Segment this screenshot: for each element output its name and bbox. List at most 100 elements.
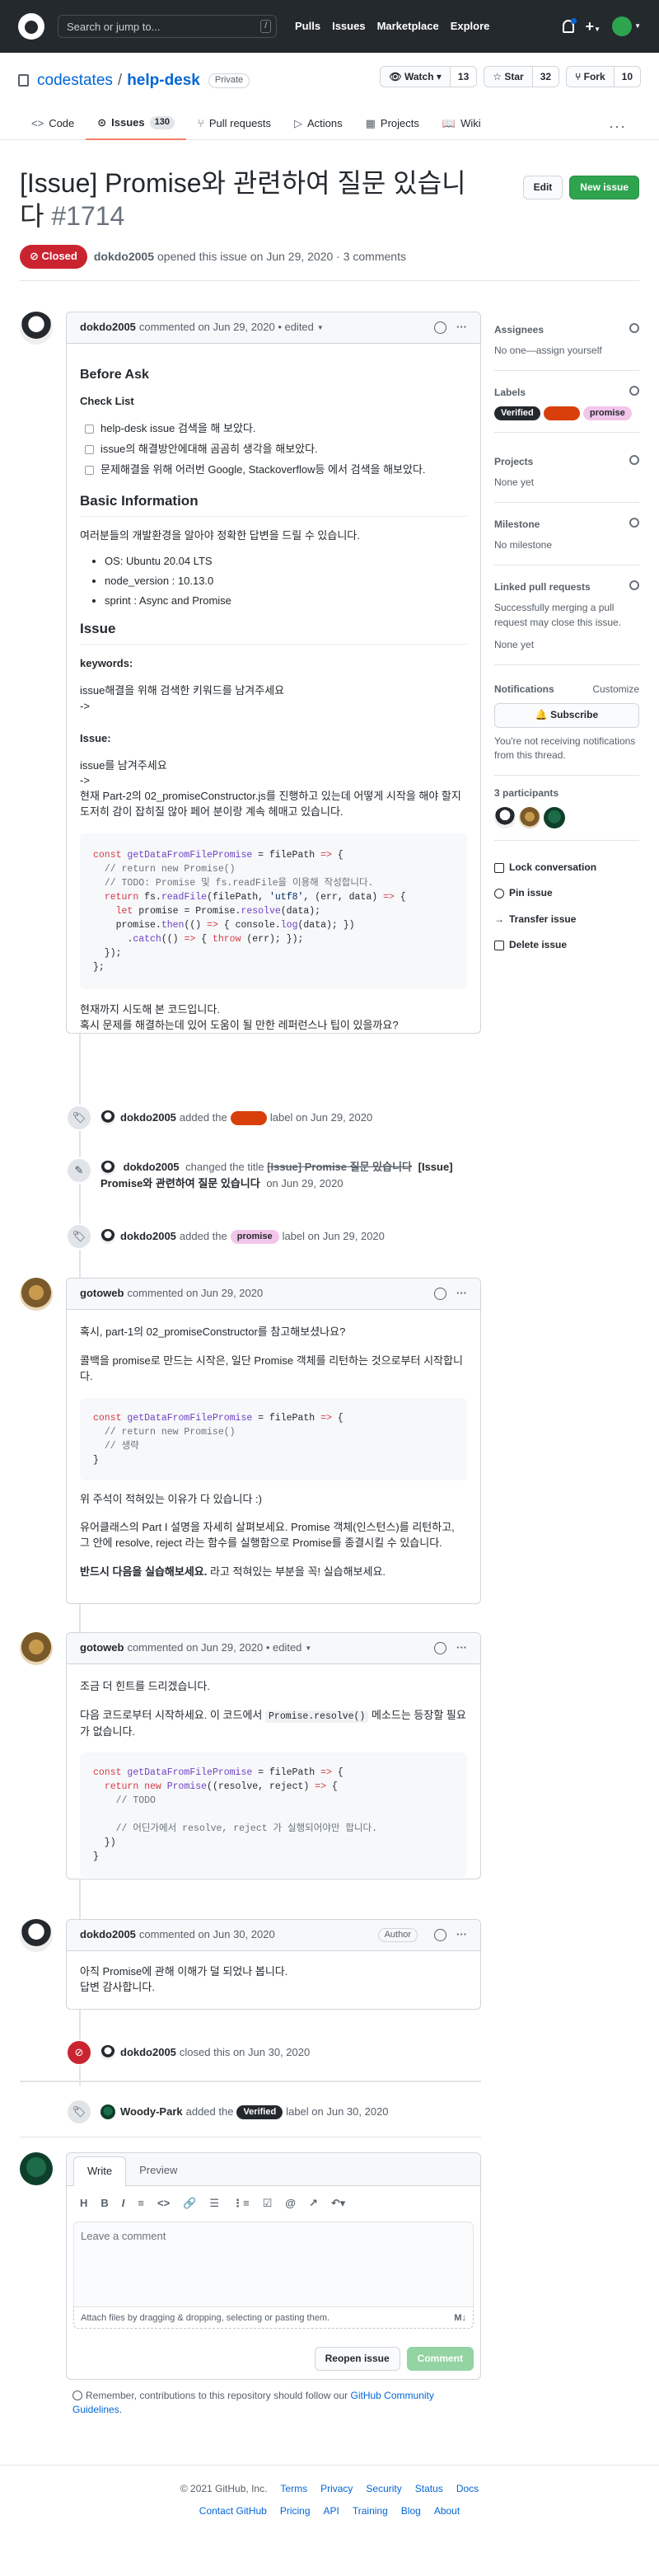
kebab-menu-icon[interactable]: ··· (456, 1286, 467, 1302)
comment-meta[interactable]: commented on Jun 29, 2020 (127, 1286, 263, 1302)
comment-textarea[interactable]: Leave a comment (73, 2221, 474, 2307)
label-verified[interactable]: Verified (494, 406, 540, 421)
label-promise[interactable]: promise (582, 406, 632, 421)
footer-link-pricing[interactable]: Pricing (280, 2504, 311, 2518)
github-logo-icon[interactable] (18, 13, 44, 40)
notifications-bell-icon[interactable] (562, 18, 577, 33)
event-actor-link[interactable]: dokdo2005 (120, 2045, 176, 2061)
watch-button[interactable]: 👁 Watch ▾ 13 (380, 66, 478, 87)
avatar[interactable] (100, 2104, 115, 2119)
sidebar-heading[interactable]: Milestone (494, 518, 540, 532)
ordered-list-icon[interactable]: ⋮≡ (232, 2196, 250, 2212)
tab-actions[interactable]: ▷ Actions (283, 107, 354, 140)
emoji-reaction-icon[interactable] (434, 1288, 446, 1300)
link-icon[interactable]: 🔗 (183, 2196, 196, 2212)
fork-button[interactable]: ⑂ Fork 10 (566, 66, 641, 87)
unordered-list-icon[interactable]: ☰ (209, 2196, 219, 2212)
tab-pull-requests[interactable]: ⑂ Pull requests (186, 107, 283, 140)
kebab-menu-icon[interactable]: ··· (456, 1640, 467, 1656)
cross-reference-icon[interactable]: ↗ (309, 2196, 318, 2212)
emoji-reaction-icon[interactable] (434, 1642, 446, 1654)
label-issue[interactable]: Issue (543, 406, 580, 421)
kebab-menu-icon[interactable]: ··· (456, 320, 467, 335)
user-menu[interactable]: ▼ (612, 16, 641, 36)
heading-icon[interactable]: H (80, 2196, 87, 2212)
avatar[interactable] (20, 2152, 53, 2185)
create-new-plus-icon[interactable]: +▼ (586, 16, 601, 37)
sidebar-heading[interactable]: Labels (494, 386, 526, 400)
delete-issue-link[interactable]: Delete issue (494, 938, 639, 952)
label-promise[interactable]: promise (230, 1229, 279, 1244)
lock-conversation-link[interactable]: Lock conversation (494, 861, 639, 875)
transfer-issue-link[interactable]: → Transfer issue (494, 913, 639, 927)
attach-files-area[interactable]: Attach files by dragging & dropping, sel… (73, 2306, 474, 2329)
footer-link-status[interactable]: Status (415, 2482, 443, 2496)
watch-count[interactable]: 13 (450, 67, 477, 87)
repo-name-link[interactable]: help-desk (127, 69, 200, 92)
pin-issue-link[interactable]: Pin issue (494, 886, 639, 900)
comment-author-link[interactable]: dokdo2005 (80, 1927, 136, 1943)
sidebar-heading[interactable]: Assignees (494, 323, 544, 337)
avatar[interactable] (100, 1160, 115, 1175)
nav-marketplace[interactable]: Marketplace (377, 19, 439, 35)
event-actor-link[interactable]: Woody-Park (120, 2104, 183, 2120)
fork-count[interactable]: 10 (614, 67, 640, 87)
footer-link-security[interactable]: Security (366, 2482, 401, 2496)
footer-link-training[interactable]: Training (353, 2504, 388, 2518)
emoji-reaction-icon[interactable] (434, 1929, 446, 1941)
search-input[interactable]: Search or jump to... / (58, 15, 277, 38)
comment-author-link[interactable]: gotoweb (80, 1286, 124, 1302)
footer-link-blog[interactable]: Blog (401, 2504, 421, 2518)
gear-icon[interactable] (629, 518, 639, 528)
avatar[interactable] (20, 1278, 53, 1311)
tab-projects[interactable]: ▦ Projects (354, 107, 431, 140)
footer-link-docs[interactable]: Docs (456, 2482, 479, 2496)
new-issue-button[interactable]: New issue (569, 176, 639, 200)
footer-link-terms[interactable]: Terms (280, 2482, 307, 2496)
bold-icon[interactable]: B (100, 2196, 108, 2212)
task-list-icon[interactable]: ☑ (263, 2196, 273, 2212)
repo-owner-link[interactable]: codestates (37, 69, 113, 92)
tab-preview[interactable]: Preview (126, 2156, 190, 2185)
chevron-down-icon[interactable]: ▼ (317, 323, 324, 333)
comment-author-link[interactable]: gotoweb (80, 1640, 124, 1656)
markdown-icon[interactable]: M↓ (454, 2312, 466, 2323)
avatar[interactable] (100, 1229, 115, 1244)
tab-issues[interactable]: ⊙ Issues 130 (86, 107, 187, 140)
emoji-reaction-icon[interactable] (434, 321, 446, 334)
avatar[interactable] (20, 1919, 53, 1952)
label-verified[interactable]: Verified (236, 2104, 283, 2119)
kebab-menu-icon[interactable]: ··· (456, 1927, 467, 1943)
event-actor-link[interactable]: dokdo2005 (124, 1161, 180, 1173)
avatar[interactable] (20, 312, 53, 345)
more-tabs-kebab-icon[interactable]: ··· (609, 115, 626, 137)
event-actor-link[interactable]: dokdo2005 (120, 1229, 176, 1245)
tab-write[interactable]: Write (73, 2156, 127, 2186)
footer-link-api[interactable]: API (324, 2504, 339, 2518)
subscribe-button[interactable]: 🔔 Subscribe (494, 703, 639, 728)
comment-meta[interactable]: commented on Jun 29, 2020 • edited (139, 320, 314, 335)
label-issue[interactable]: Issue (230, 1110, 267, 1125)
avatar[interactable] (100, 2045, 115, 2060)
assign-yourself-link[interactable]: No one—assign yourself (494, 344, 639, 358)
nav-pulls[interactable]: Pulls (295, 19, 320, 35)
comment-meta[interactable]: commented on Jun 29, 2020 • edited (127, 1640, 301, 1656)
footer-link-privacy[interactable]: Privacy (320, 2482, 353, 2496)
gear-icon[interactable] (629, 580, 639, 590)
sidebar-heading[interactable]: Linked pull requests (494, 580, 591, 594)
mention-icon[interactable]: @ (285, 2196, 296, 2212)
footer-link-about[interactable]: About (434, 2504, 460, 2518)
tab-wiki[interactable]: 📖 Wiki (431, 107, 493, 140)
edit-title-button[interactable]: Edit (522, 176, 563, 200)
nav-issues[interactable]: Issues (332, 19, 365, 35)
quote-icon[interactable]: ≡ (138, 2196, 144, 2212)
gear-icon[interactable] (629, 386, 639, 396)
star-count[interactable]: 32 (532, 67, 559, 87)
italic-icon[interactable]: I (122, 2196, 125, 2212)
comment-button[interactable]: Comment (406, 2346, 474, 2371)
comment-author-link[interactable]: dokdo2005 (80, 320, 136, 335)
event-actor-link[interactable]: dokdo2005 (120, 1110, 176, 1126)
avatar[interactable] (519, 807, 540, 829)
customize-link[interactable]: Customize (592, 683, 639, 697)
avatar[interactable] (100, 1110, 115, 1125)
